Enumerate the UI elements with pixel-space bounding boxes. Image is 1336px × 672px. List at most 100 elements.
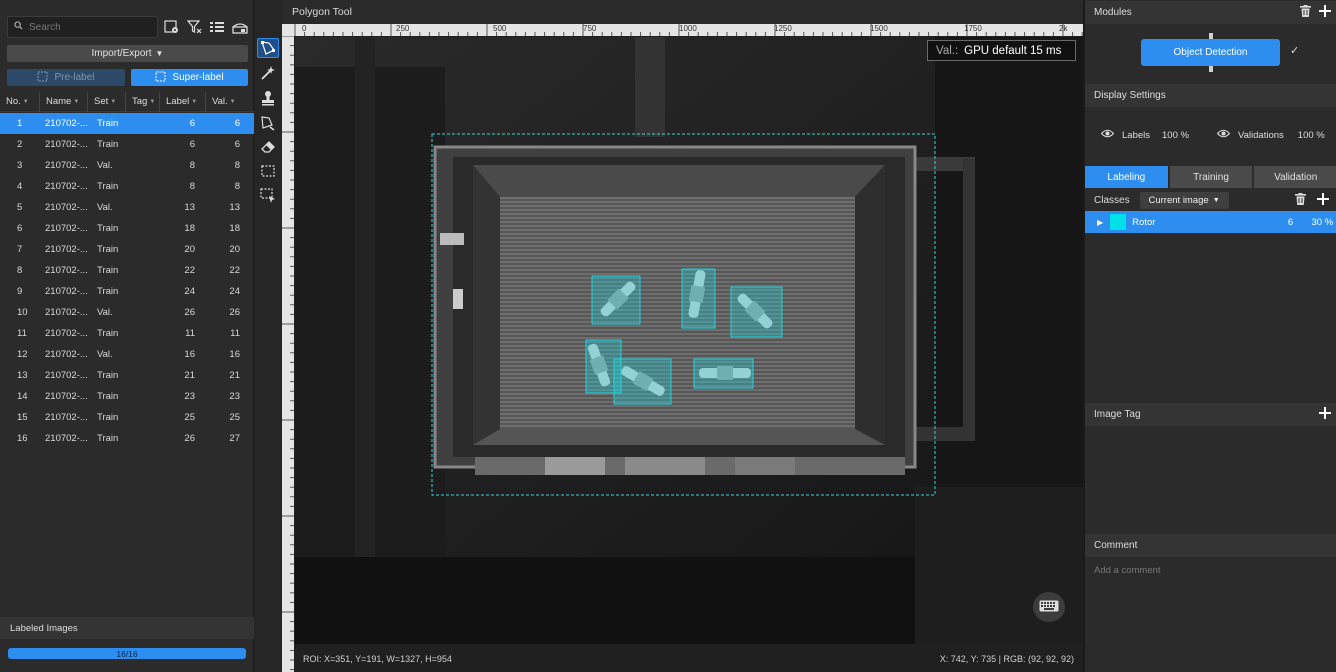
table-row[interactable]: 4 210702-... Train 8 8 (0, 176, 254, 197)
class-percent: 30 % (1311, 216, 1334, 228)
label-box[interactable] (681, 268, 716, 329)
expand-arrow-icon[interactable]: ▶ (1097, 218, 1103, 227)
cell-no: 11 (17, 328, 27, 339)
table-row[interactable]: 14 210702-... Train 23 23 (0, 386, 254, 407)
filter-icon[interactable] (185, 16, 203, 38)
cell-val: 8 (234, 181, 240, 192)
label-box[interactable] (730, 286, 783, 338)
properties-panel: Modules Object Detection ✓ Display Setti… (1084, 0, 1336, 672)
cell-val: 22 (229, 265, 240, 276)
cell-tag (126, 113, 160, 134)
ruler-label-0: 0 (302, 24, 307, 33)
pre-label-text: Pre-label (54, 72, 95, 83)
edit-polygon-icon[interactable] (257, 113, 279, 133)
super-label-button[interactable]: Super-label (131, 69, 248, 86)
table-row[interactable]: 7 210702-... Train 20 20 (0, 239, 254, 260)
auto-label-icon[interactable] (257, 185, 279, 205)
label-box[interactable] (613, 358, 672, 405)
col-header-set[interactable]: Set ▼ (88, 91, 126, 112)
layout-icon[interactable] (231, 16, 249, 38)
classes-filter-dropdown[interactable]: Current image ▼ (1139, 191, 1229, 209)
cell-name: 210702-... (45, 349, 88, 360)
table-row[interactable]: 10 210702-... Val. 26 26 (0, 302, 254, 323)
cell-no: 2 (17, 139, 23, 150)
comment-input[interactable] (1094, 565, 1324, 576)
tab-validation[interactable]: Validation (1254, 166, 1336, 188)
cell-label: 26 (184, 433, 195, 444)
super-label-icon (155, 71, 166, 85)
cell-set: Train (97, 391, 119, 402)
cell-label: 21 (184, 370, 195, 381)
search-input[interactable] (29, 21, 149, 33)
class-color-swatch[interactable] (1110, 214, 1127, 230)
cell-label: 16 (184, 349, 195, 360)
magic-wand-icon[interactable] (257, 63, 279, 83)
add-class-icon[interactable] (1317, 193, 1329, 208)
table-row[interactable]: 6 210702-... Train 18 18 (0, 218, 254, 239)
table-row[interactable]: 1 210702-... Train 6 6 (0, 113, 254, 134)
labels-visibility[interactable]: Labels 100 % (1100, 129, 1189, 141)
keyboard-shortcuts-button[interactable] (1033, 592, 1065, 622)
tab-training[interactable]: Training (1169, 166, 1253, 188)
labeled-images-header: Labeled Images (0, 617, 254, 639)
stamp-tool-icon[interactable] (257, 88, 279, 108)
table-row[interactable]: 15 210702-... Train 25 25 (0, 407, 254, 428)
comment-title: Comment (1094, 540, 1138, 551)
cell-no: 16 (17, 433, 28, 444)
label-box[interactable] (591, 275, 641, 325)
col-header-no[interactable]: No. ▼ (0, 91, 40, 112)
validations-visibility[interactable]: Validations 100 % (1216, 129, 1325, 141)
cell-name: 210702-... (45, 244, 88, 255)
cell-no: 1 (17, 118, 23, 129)
panel-tabs: Labeling Training Validation (1085, 166, 1336, 188)
col-header-tag[interactable]: Tag ▼ (126, 91, 160, 112)
cell-set: Train (97, 412, 119, 423)
eye-icon[interactable] (1216, 129, 1231, 141)
class-row-rotor[interactable]: ▶ Rotor 6 30 % (1085, 211, 1336, 233)
labels-text: Labels (1122, 129, 1150, 141)
list-view-icon[interactable] (208, 16, 226, 38)
pre-label-button[interactable]: Pre-label (7, 69, 125, 86)
trash-icon[interactable] (1295, 193, 1306, 208)
cell-name: 210702-... (45, 160, 88, 171)
image-settings-icon[interactable] (162, 16, 180, 38)
label-box[interactable] (693, 358, 754, 389)
trash-icon[interactable] (1300, 5, 1311, 20)
table-row[interactable]: 8 210702-... Train 22 22 (0, 260, 254, 281)
col-header-val[interactable]: Val. ▼ (206, 92, 254, 112)
cell-set: Train (97, 286, 119, 297)
col-header-name[interactable]: Name ▼ (40, 91, 88, 112)
cell-no: 13 (17, 370, 28, 381)
cell-set: Train (97, 223, 119, 234)
table-row[interactable]: 12 210702-... Val. 16 16 (0, 344, 254, 365)
object-detection-module[interactable]: Object Detection (1141, 39, 1280, 66)
polygon-tool-button[interactable] (257, 38, 279, 58)
roi-readout: ROI: X=351, Y=191, W=1327, H=954 (303, 654, 452, 664)
cell-set: Train (97, 328, 119, 339)
eye-icon[interactable] (1100, 129, 1115, 141)
cell-name: 210702-... (45, 370, 88, 381)
import-export-button[interactable]: Import/Export ▼ (7, 45, 248, 62)
add-icon[interactable] (1319, 5, 1331, 20)
image-viewport[interactable] (295, 37, 1083, 644)
cell-label: 6 (189, 139, 195, 150)
table-row[interactable]: 16 210702-... Train 26 27 (0, 428, 254, 449)
col-header-label[interactable]: Label ▼ (160, 91, 206, 112)
eraser-icon[interactable] (257, 137, 279, 157)
search-box[interactable] (7, 16, 158, 38)
table-row[interactable]: 5 210702-... Val. 13 13 (0, 197, 254, 218)
rectangle-select-icon[interactable] (257, 161, 279, 181)
table-row[interactable]: 3 210702-... Val. 8 8 (0, 155, 254, 176)
cell-val: 20 (229, 244, 240, 255)
cell-label: 6 (189, 118, 195, 129)
tab-labeling[interactable]: Labeling (1085, 166, 1168, 188)
cell-name: 210702-... (45, 433, 88, 444)
cell-label: 18 (184, 223, 195, 234)
ruler-label-1000: 1000 (679, 24, 697, 33)
table-row[interactable]: 13 210702-... Train 21 21 (0, 365, 254, 386)
table-row[interactable]: 2 210702-... Train 6 6 (0, 134, 254, 155)
cell-name: 210702-... (45, 412, 88, 423)
add-tag-icon[interactable] (1319, 407, 1331, 422)
table-row[interactable]: 9 210702-... Train 24 24 (0, 281, 254, 302)
table-row[interactable]: 11 210702-... Train 11 11 (0, 323, 254, 344)
